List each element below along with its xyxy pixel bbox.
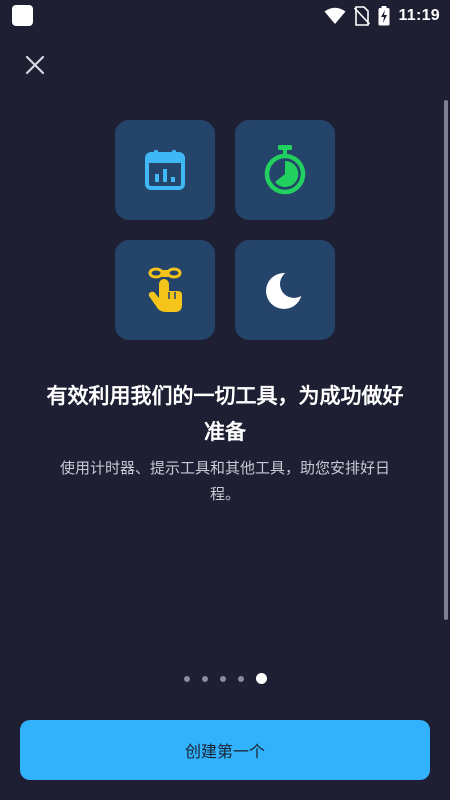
no-sim-icon: [354, 6, 371, 26]
scrollbar[interactable]: [444, 100, 448, 620]
calendar-chart-icon: [145, 150, 185, 190]
stopwatch-icon: [264, 145, 306, 195]
onboarding-headline: 有效利用我们的一切工具，为成功做好准备: [46, 384, 404, 444]
crescent-moon-icon: [266, 273, 302, 309]
battery-charging-icon: [378, 6, 390, 26]
page-dot-active[interactable]: [255, 673, 267, 684]
feature-tile-calendar: [115, 120, 215, 220]
close-icon: [25, 55, 45, 75]
page-dot[interactable]: [219, 675, 226, 682]
wifi-icon: [324, 7, 346, 24]
feature-tile-timer: [235, 120, 335, 220]
status-icons: 11:19: [324, 4, 440, 28]
status-time: 11:19: [398, 7, 440, 24]
page-indicator: [0, 673, 450, 684]
feature-tile-reminder: [115, 240, 215, 340]
onboarding-description: 使用计时器、提示工具和其他工具，助您安排好日程。: [59, 459, 390, 503]
page-dot[interactable]: [201, 675, 208, 682]
page-dot[interactable]: [237, 675, 244, 682]
close-button[interactable]: [20, 50, 50, 80]
page-dot[interactable]: [183, 675, 190, 682]
create-first-button[interactable]: 创建第一个: [20, 720, 430, 780]
status-bar: 11:19: [0, 0, 450, 32]
app-notification-icon: [12, 5, 33, 26]
feature-tile-sleep: [235, 240, 335, 340]
finger-reminder-icon: [148, 267, 182, 312]
